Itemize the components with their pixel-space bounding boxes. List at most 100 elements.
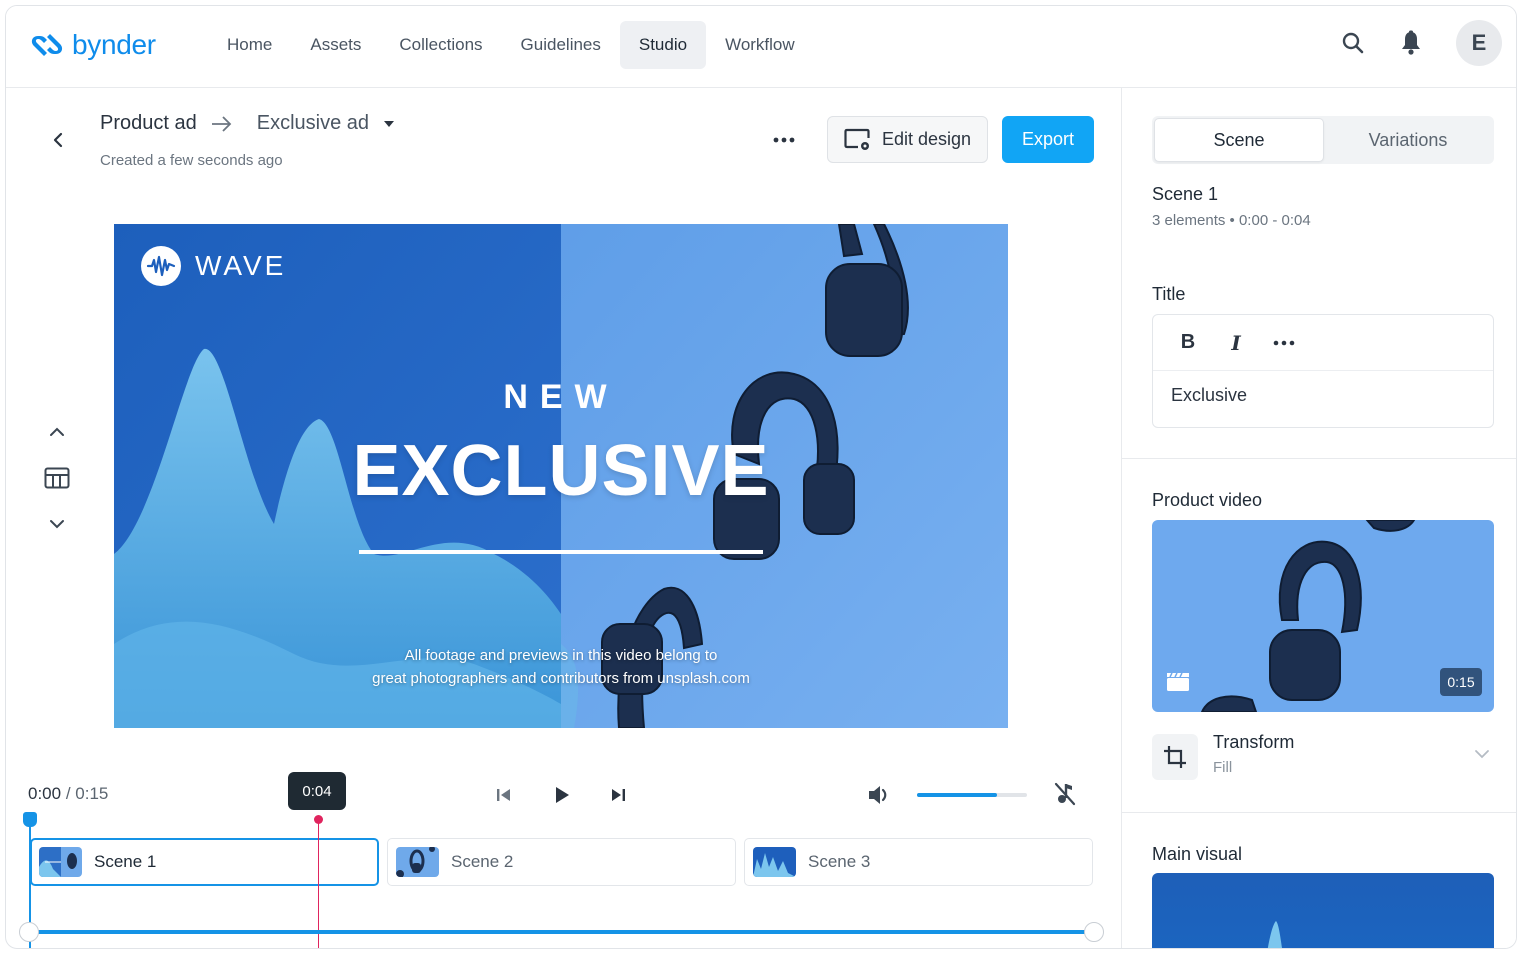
chevron-down-icon [50,520,64,529]
scene-timeline: Scene 1 Scene 2 Scene 3 [30,838,1093,886]
crop-icon [1152,734,1198,780]
search-button[interactable] [1340,30,1366,56]
skip-to-start-button[interactable] [490,782,518,808]
scene-1-thumbnail [39,847,82,877]
layout-button[interactable] [42,464,72,492]
export-button[interactable]: Export [1002,116,1094,163]
panel-tabs: Scene Variations [1152,116,1494,164]
wave-brand: WAVE [141,246,286,286]
caret-down-icon[interactable] [383,120,395,128]
nav-item-assets[interactable]: Assets [291,21,380,69]
nav-item-guidelines[interactable]: Guidelines [502,21,620,69]
nav-item-label: Home [227,35,273,54]
scene-2-thumbnail [396,847,439,877]
nav-item-label: Collections [399,35,483,54]
time-readout: 0:00 / 0:15 [28,784,108,804]
product-video-label: Product video [1152,490,1263,510]
avatar-initial: E [1471,30,1487,55]
scene-navigation-tools [42,418,72,538]
scene-1-label: Scene 1 [94,852,157,871]
preview-credit-text: All footage and previews in this video b… [114,644,1008,690]
transform-value: Fill [1213,759,1233,776]
tab-variations[interactable]: Variations [1324,118,1492,162]
tab-label: Variations [1368,129,1448,150]
music-toggle-button[interactable] [1051,780,1079,808]
more-horizontal-icon [1273,340,1295,345]
app-window: bynder Home Assets Collections Guideline… [5,5,1517,949]
volume-button[interactable] [865,781,895,809]
previous-scene-button[interactable] [42,418,72,446]
more-horizontal-icon [773,137,795,143]
scene-clip-3[interactable]: Scene 3 [744,838,1093,886]
arrow-right-icon [211,115,233,132]
breadcrumb: Product ad Exclusive ad [100,112,395,135]
main-visual-image [1267,921,1283,948]
section-divider [1122,458,1516,459]
preview-headline[interactable]: EXCLUSIVE [114,430,1008,512]
back-button[interactable] [46,128,70,152]
scene-meta: 3 elements • 0:00 - 0:04 [1152,212,1311,229]
wave-logo-icon [141,246,181,286]
italic-icon: I [1231,330,1241,355]
edit-design-button[interactable]: Edit design [827,116,988,163]
properties-panel: Scene Variations Scene 1 3 elements • 0:… [1121,88,1516,948]
transform-dropdown[interactable]: Transform Fill [1152,732,1494,782]
nav-item-label: Workflow [725,35,795,54]
next-scene-button[interactable] [42,510,72,538]
trim-start-knob[interactable] [19,922,39,942]
more-format-button[interactable] [1271,330,1297,356]
bold-button[interactable]: B [1175,330,1201,356]
trim-range-track[interactable] [36,930,1094,934]
nav-item-workflow[interactable]: Workflow [706,21,814,69]
bell-icon [1402,30,1420,55]
nav-item-collections[interactable]: Collections [380,21,501,69]
title-text-input[interactable]: Exclusive [1153,371,1493,420]
playhead-tooltip: 0:04 [288,772,346,810]
scene-clip-2[interactable]: Scene 2 [387,838,736,886]
export-label: Export [1021,129,1075,149]
credit-line-2: great photographers and contributors fro… [372,670,750,687]
chevron-up-icon [50,427,64,436]
play-icon [556,787,569,803]
italic-button[interactable]: I [1223,330,1249,356]
breadcrumb-current-dropdown[interactable]: Exclusive ad [257,112,369,135]
created-timestamp: Created a few seconds ago [100,152,283,169]
scene-clip-1[interactable]: Scene 1 [30,838,379,886]
monitor-settings-icon [844,128,870,150]
music-off-icon [1054,782,1076,806]
skip-to-end-button[interactable] [604,782,632,808]
scene-3-thumbnail [753,847,796,877]
main-menu: Home Assets Collections Guidelines Studi… [208,21,814,69]
editor-area: Product ad Exclusive ad Created a few se… [6,88,1121,948]
section-divider [1122,812,1516,813]
nav-item-label: Guidelines [520,35,601,54]
total-time: 0:15 [75,784,109,803]
time-separator: / [65,784,71,803]
play-button[interactable] [548,782,576,808]
nav-item-studio[interactable]: Studio [619,21,707,69]
wave-brand-name: WAVE [195,250,287,281]
user-avatar[interactable]: E [1456,20,1502,66]
title-section-label: Title [1152,284,1186,304]
preview-kicker[interactable]: NEW [114,378,1008,417]
bynder-logo[interactable]: bynder [28,28,156,62]
chevron-down-icon [1474,746,1490,764]
trim-end-knob[interactable] [1084,922,1104,942]
breadcrumb-parent[interactable]: Product ad [100,112,197,135]
main-visual-thumbnail[interactable] [1152,873,1494,948]
tab-scene[interactable]: Scene [1154,118,1324,162]
more-options-button[interactable] [766,126,802,154]
title-text-editor: B I Exclusive [1152,314,1494,428]
nav-item-label: Assets [310,35,362,54]
scene-name: Scene 1 [1152,184,1219,204]
product-video-thumbnail[interactable]: 0:15 [1152,520,1494,712]
scene-2-label: Scene 2 [451,852,514,871]
nav-item-home[interactable]: Home [208,21,291,69]
layout-icon [44,467,70,489]
transform-label: Transform [1213,732,1295,752]
volume-slider[interactable] [917,793,1027,797]
playhead-handle[interactable] [314,815,324,824]
video-preview-canvas[interactable]: WAVE NEW EXCLUSIVE All footage and previ… [114,224,1008,728]
notifications-button[interactable] [1398,30,1424,56]
scene-3-label: Scene 3 [808,852,871,871]
